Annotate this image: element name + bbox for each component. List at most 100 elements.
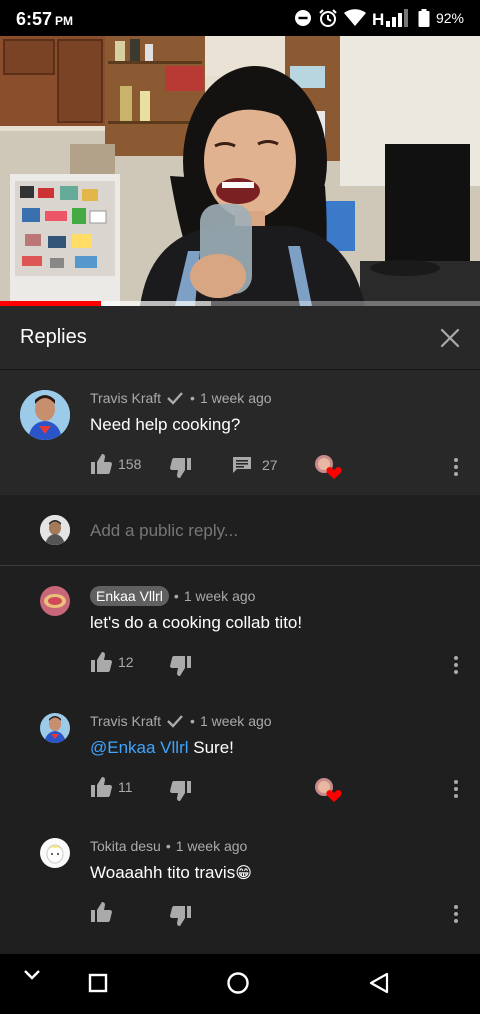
wifi-icon: 4 bbox=[343, 9, 366, 27]
comment-text-main: Woaaahh tito travis bbox=[90, 863, 236, 882]
replies-header: Replies bbox=[0, 306, 480, 370]
status-icons: 4 H 92% bbox=[294, 8, 464, 28]
recents-button[interactable] bbox=[88, 973, 108, 998]
avatar[interactable] bbox=[40, 838, 70, 868]
like-button[interactable]: 11 bbox=[90, 777, 133, 797]
comment-text-rest: Sure! bbox=[188, 738, 234, 757]
status-time-value: 6:57 bbox=[16, 9, 53, 29]
comment-time[interactable]: 1 week ago bbox=[200, 713, 272, 729]
recents-icon bbox=[88, 973, 108, 993]
comment-meta: Travis Kraft • 1 week ago bbox=[90, 390, 272, 406]
my-avatar-image bbox=[40, 515, 70, 545]
status-bar: 6:57 PM 4 H 92% bbox=[0, 0, 480, 36]
comment-text: Woaaahh tito travis😁 bbox=[90, 863, 252, 883]
more-vert-dot bbox=[454, 794, 458, 798]
more-vert-dot bbox=[454, 663, 458, 667]
back-icon bbox=[369, 972, 389, 994]
avatar-image bbox=[40, 713, 70, 743]
like-count: 158 bbox=[118, 456, 142, 472]
comment-author-chip[interactable]: Enkaa Vllrl bbox=[90, 586, 169, 606]
dislike-button[interactable] bbox=[170, 458, 192, 478]
more-vert-icon bbox=[454, 656, 458, 660]
dislike-button[interactable] bbox=[170, 656, 192, 676]
mention-link[interactable]: @Enkaa Vllrl bbox=[90, 738, 189, 757]
add-reply-input[interactable]: Add a public reply... bbox=[90, 521, 238, 541]
like-button[interactable]: 12 bbox=[90, 652, 134, 672]
more-options-button[interactable] bbox=[448, 778, 464, 800]
verified-check-icon bbox=[167, 715, 183, 728]
creator-heart-icon bbox=[315, 455, 342, 479]
thumbs-down-icon bbox=[170, 458, 191, 478]
comment-text: Need help cooking? bbox=[90, 415, 241, 434]
back-button[interactable] bbox=[368, 971, 390, 1000]
creator-heart-badge bbox=[314, 454, 342, 480]
svg-text:H: H bbox=[372, 10, 384, 28]
like-button[interactable]: 158 bbox=[90, 454, 141, 474]
like-button[interactable] bbox=[90, 902, 112, 922]
avatar-image bbox=[20, 390, 70, 440]
system-nav-bar bbox=[0, 954, 480, 1014]
reply-comment: Travis Kraft • 1 week ago @Enkaa Vllrl S… bbox=[0, 696, 480, 821]
dislike-button[interactable] bbox=[170, 906, 192, 926]
close-replies-button[interactable] bbox=[436, 324, 464, 352]
meta-separator: • bbox=[173, 588, 179, 604]
avatar[interactable] bbox=[40, 713, 70, 743]
reply-count: 27 bbox=[262, 457, 278, 473]
more-vert-dot bbox=[454, 787, 458, 791]
parent-comment: Travis Kraft • 1 week ago Need help cook… bbox=[0, 370, 480, 495]
avatar[interactable] bbox=[20, 390, 70, 440]
home-button[interactable] bbox=[226, 971, 250, 1000]
comment-time[interactable]: 1 week ago bbox=[200, 390, 272, 406]
more-vert-icon bbox=[454, 905, 458, 909]
video-player[interactable] bbox=[0, 36, 480, 306]
reply-button[interactable]: 27 bbox=[232, 456, 278, 474]
replies-title: Replies bbox=[20, 326, 87, 348]
comment-author[interactable]: Travis Kraft bbox=[90, 713, 161, 729]
more-options-button[interactable] bbox=[448, 903, 464, 925]
more-vert-dot bbox=[454, 919, 458, 923]
reply-icon bbox=[233, 457, 251, 473]
video-frame bbox=[0, 36, 480, 306]
home-icon bbox=[227, 972, 249, 994]
more-options-button[interactable] bbox=[448, 456, 464, 478]
avatar[interactable] bbox=[40, 586, 70, 616]
meta-separator: • bbox=[165, 838, 171, 854]
collapse-keyboard-button[interactable] bbox=[22, 968, 42, 987]
comment-text: let's do a cooking collab tito! bbox=[90, 613, 303, 632]
signal-icon: H bbox=[372, 9, 408, 28]
comment-time[interactable]: 1 week ago bbox=[176, 838, 248, 854]
comment-time[interactable]: 1 week ago bbox=[184, 588, 256, 604]
like-count: 11 bbox=[118, 779, 133, 795]
verified-check-icon bbox=[167, 392, 183, 405]
dislike-button[interactable] bbox=[170, 781, 192, 801]
more-vert-icon bbox=[454, 780, 458, 784]
comment-text: @Enkaa Vllrl Sure! bbox=[90, 738, 234, 758]
status-time: 6:57 PM bbox=[16, 9, 73, 30]
comment-meta: Enkaa Vllrl • 1 week ago bbox=[90, 586, 255, 606]
battery-percent: 92% bbox=[435, 10, 464, 26]
thumbs-down-icon bbox=[170, 656, 191, 676]
my-avatar bbox=[40, 515, 70, 545]
like-count: 12 bbox=[118, 654, 134, 670]
thumbs-up-icon bbox=[91, 454, 112, 474]
avatar-image bbox=[40, 586, 70, 616]
thumbs-up-icon bbox=[91, 902, 112, 922]
reply-comment: Enkaa Vllrl • 1 week ago let's do a cook… bbox=[0, 566, 480, 696]
comment-author[interactable]: Tokita desu bbox=[90, 838, 161, 854]
thumbs-up-icon bbox=[91, 777, 112, 797]
grin-emoji: 😁 bbox=[235, 865, 252, 882]
more-vert-icon bbox=[454, 458, 458, 462]
meta-separator: • bbox=[190, 713, 195, 729]
battery-icon bbox=[418, 9, 430, 27]
dnd-icon bbox=[294, 10, 311, 26]
creator-heart-icon bbox=[315, 778, 342, 802]
status-time-ampm: PM bbox=[55, 14, 74, 28]
comment-meta: Travis Kraft • 1 week ago bbox=[90, 713, 272, 729]
add-reply-bar[interactable]: Add a public reply... bbox=[0, 495, 480, 566]
comment-author[interactable]: Travis Kraft bbox=[90, 390, 161, 406]
thumbs-down-icon bbox=[170, 781, 191, 801]
close-icon bbox=[440, 328, 460, 348]
collapse-icon bbox=[24, 970, 40, 980]
more-options-button[interactable] bbox=[448, 654, 464, 676]
comment-meta: Tokita desu • 1 week ago bbox=[90, 838, 247, 854]
